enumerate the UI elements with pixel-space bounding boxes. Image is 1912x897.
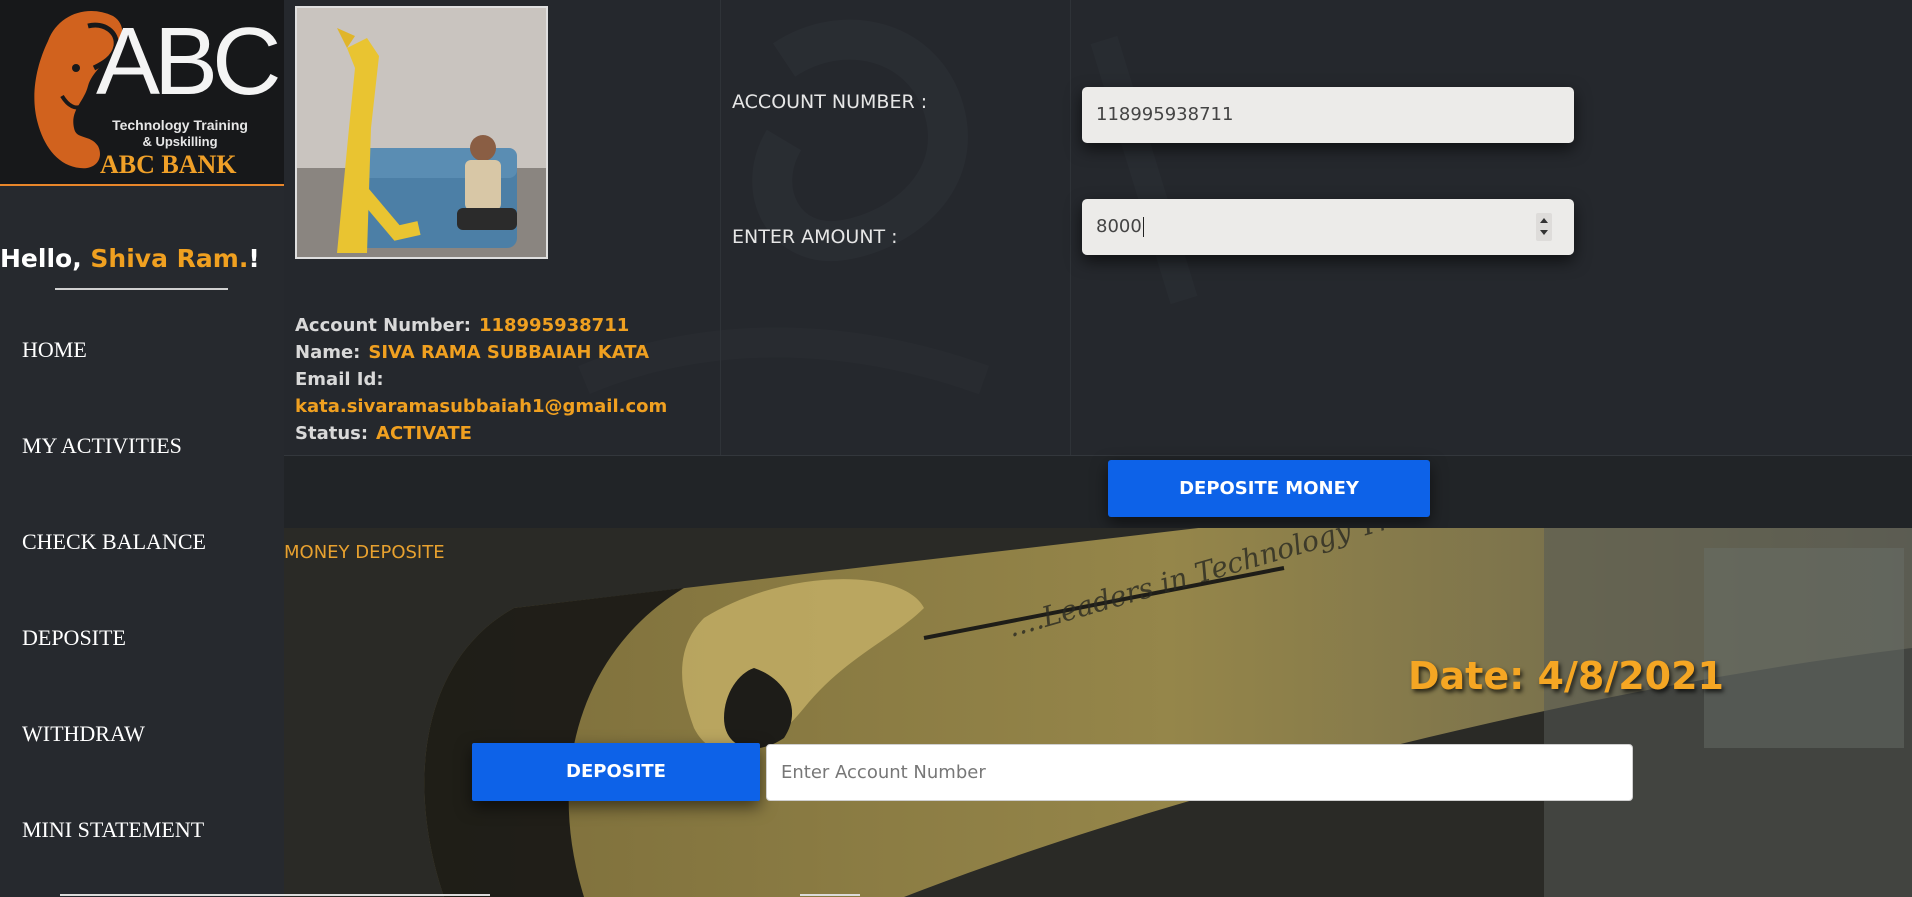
amount-field[interactable]: 8000 bbox=[1082, 199, 1574, 255]
nav-withdraw[interactable]: WITHDRAW bbox=[22, 721, 145, 747]
deposite-money-button[interactable]: DEPOSITE MONEY bbox=[1108, 460, 1430, 517]
hero-background-image bbox=[284, 528, 1912, 897]
profile-photo-image bbox=[297, 8, 546, 257]
account-number-field[interactable]: 118995938711 bbox=[1082, 87, 1574, 143]
amount-stepper[interactable] bbox=[1536, 213, 1552, 241]
nav-deposite[interactable]: DEPOSITE bbox=[22, 625, 126, 651]
account-number-value: 118995938711 bbox=[1096, 104, 1234, 125]
detail-name-label: Name: bbox=[295, 342, 361, 363]
date-display: Date: 4/8/2021 bbox=[1408, 654, 1724, 698]
greeting-suffix: ! bbox=[248, 244, 260, 273]
column-divider bbox=[1070, 0, 1071, 455]
greeting-username: Shiva Ram. bbox=[90, 244, 249, 273]
detail-email-value: kata.sivaramasubbaiah1@gmail.com bbox=[295, 396, 668, 417]
logo-tagline: Technology Training bbox=[112, 117, 248, 133]
detail-account-row: Account Number: 118995938711 bbox=[295, 312, 667, 339]
detail-account-value: 118995938711 bbox=[478, 315, 630, 336]
detail-status-row: Status: ACTIVATE bbox=[295, 420, 667, 447]
scroll-indicator bbox=[800, 894, 860, 896]
detail-account-label: Account Number: bbox=[295, 315, 471, 336]
nav-my-activities[interactable]: MY ACTIVITIES bbox=[22, 433, 182, 459]
amount-label: ENTER AMOUNT : bbox=[732, 226, 898, 248]
stepper-down-icon[interactable] bbox=[1540, 230, 1548, 235]
sidebar: ABC Technology Training & Upskilling ABC… bbox=[0, 0, 284, 897]
scroll-indicator bbox=[60, 894, 490, 896]
logo-tagline-2: & Upskilling bbox=[142, 134, 218, 149]
submit-bar bbox=[284, 455, 1912, 529]
nav-check-balance[interactable]: CHECK BALANCE bbox=[22, 529, 206, 555]
hero-title: MONEY DEPOSITE bbox=[284, 542, 445, 563]
profile-photo bbox=[295, 6, 548, 259]
text-caret bbox=[1142, 217, 1144, 237]
account-details: Account Number: 118995938711 Name: SIVA RA… bbox=[295, 312, 667, 447]
detail-status-label: Status: bbox=[295, 423, 369, 444]
nav-home[interactable]: HOME bbox=[22, 337, 87, 363]
greeting-underline bbox=[55, 288, 228, 290]
detail-email-label: Email Id: bbox=[295, 369, 384, 390]
column-divider bbox=[720, 0, 721, 455]
account-number-label: ACCOUNT NUMBER : bbox=[732, 91, 928, 113]
deposit-hero: ....Leaders in Technology Training bbox=[284, 528, 1912, 897]
logo-abc-text: ABC bbox=[96, 8, 281, 115]
detail-name-row: Name: SIVA RAMA SUBBAIAH KATA bbox=[295, 339, 667, 366]
brand-logo[interactable]: ABC Technology Training & Upskilling ABC… bbox=[0, 0, 284, 186]
stepper-up-icon[interactable] bbox=[1540, 218, 1548, 223]
greeting-hello: Hello, bbox=[0, 244, 91, 273]
deposite-button[interactable]: DEPOSITE bbox=[472, 743, 760, 801]
user-greeting: Hello, Shiva Ram.! bbox=[0, 244, 260, 273]
detail-name-value: SIVA RAMA SUBBAIAH KATA bbox=[368, 342, 650, 363]
account-number-input[interactable]: Enter Account Number bbox=[766, 744, 1633, 801]
detail-status-value: ACTIVATE bbox=[376, 423, 472, 444]
amount-value: 8000 bbox=[1096, 216, 1142, 237]
nav-mini-statement[interactable]: MINI STATEMENT bbox=[22, 817, 204, 843]
bank-name: ABC BANK bbox=[100, 150, 237, 179]
